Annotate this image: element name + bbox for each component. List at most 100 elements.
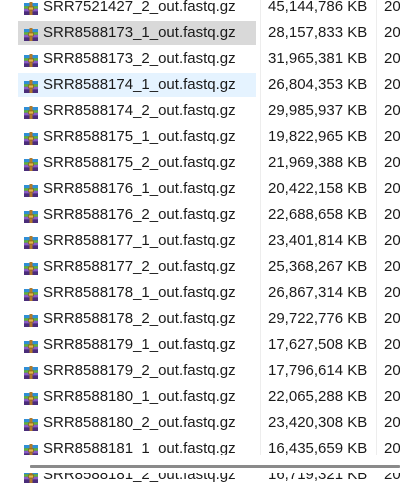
file-date-modified: 20 [384, 76, 400, 93]
winrar-archive-icon [22, 77, 40, 95]
file-name: SRR8588173_1_out.fastq.gz [43, 24, 236, 41]
file-size: 28,157,833 KB [268, 24, 368, 41]
horizontal-scrollbar[interactable] [0, 455, 400, 473]
file-size: 31,965,381 KB [268, 50, 368, 67]
file-name-cell[interactable]: SRR8588178_2_out.fastq.gz [18, 307, 256, 331]
file-row[interactable]: SRR8588176_2_out.fastq.gz 22,688,658 KB 20 [0, 202, 400, 228]
file-name-cell[interactable]: SRR8588176_1_out.fastq.gz [18, 177, 256, 201]
winrar-archive-icon [22, 51, 40, 69]
file-name: SRR8588177_2_out.fastq.gz [43, 258, 236, 275]
file-row[interactable]: SRR8588176_1_out.fastq.gz 20,422,158 KB 20 [0, 176, 400, 202]
winrar-archive-icon [22, 155, 40, 173]
file-name: SRR8588176_2_out.fastq.gz [43, 206, 236, 223]
file-date-modified: 20 [384, 50, 400, 67]
file-name: SRR8588175_1_out.fastq.gz [43, 128, 236, 145]
file-name: SRR8588180_2_out.fastq.gz [43, 414, 236, 431]
file-name-cell[interactable]: SRR8588177_1_out.fastq.gz [18, 229, 256, 253]
file-size: 26,804,353 KB [268, 76, 368, 93]
winrar-archive-icon [22, 363, 40, 381]
file-name: SRR8588179_1_out.fastq.gz [43, 336, 236, 353]
file-row[interactable]: SRR8588178_2_out.fastq.gz 29,722,776 KB 20 [0, 306, 400, 332]
file-size: 29,985,937 KB [268, 102, 368, 119]
winrar-archive-icon [22, 311, 40, 329]
file-list: SRR7521427_2_out.fastq.gz 45,144,786 KB 20… [0, 0, 400, 488]
file-size: 23,401,814 KB [268, 232, 368, 249]
file-row[interactable]: SRR8588179_2_out.fastq.gz 17,796,614 KB 20 [0, 358, 400, 384]
file-name: SRR8588174_1_out.fastq.gz [43, 76, 236, 93]
file-date-modified: 20 [384, 206, 400, 223]
file-name-cell[interactable]: SRR7521427_2_out.fastq.gz [18, 0, 256, 19]
file-name: SRR8588175_2_out.fastq.gz [43, 154, 236, 171]
file-size: 26,867,314 KB [268, 284, 368, 301]
file-name-cell[interactable]: SRR8588174_1_out.fastq.gz [18, 73, 256, 97]
file-row[interactable]: SRR8588173_1_out.fastq.gz 28,157,833 KB 20 [0, 20, 400, 46]
scrollbar-thumb[interactable] [30, 465, 400, 468]
file-date-modified: 20 [384, 180, 400, 197]
winrar-archive-icon [22, 129, 40, 147]
file-name: SRR8588179_2_out.fastq.gz [43, 362, 236, 379]
winrar-archive-icon [22, 25, 40, 43]
file-size: 29,722,776 KB [268, 310, 368, 327]
file-date-modified: 20 [384, 154, 400, 171]
file-row[interactable]: SRR8588179_1_out.fastq.gz 17,627,508 KB 20 [0, 332, 400, 358]
file-date-modified: 20 [384, 24, 400, 41]
file-row[interactable]: SRR8588178_1_out.fastq.gz 26,867,314 KB 20 [0, 280, 400, 306]
file-row[interactable]: SRR8588173_2_out.fastq.gz 31,965,381 KB 20 [0, 46, 400, 72]
file-row[interactable]: SRR8588180_1_out.fastq.gz 22,065,288 KB 20 [0, 384, 400, 410]
file-row[interactable]: SRR8588175_1_out.fastq.gz 19,822,965 KB 20 [0, 124, 400, 150]
file-size: 17,796,614 KB [268, 362, 368, 379]
file-date-modified: 20 [384, 128, 400, 145]
file-name-cell[interactable]: SRR8588176_2_out.fastq.gz [18, 203, 256, 227]
file-date-modified: 20 [384, 102, 400, 119]
winrar-archive-icon [22, 207, 40, 225]
file-size: 23,420,308 KB [268, 414, 368, 431]
file-row[interactable]: SRR8588174_1_out.fastq.gz 26,804,353 KB 20 [0, 72, 400, 98]
file-row[interactable]: SRR8588177_2_out.fastq.gz 25,368,267 KB 20 [0, 254, 400, 280]
winrar-archive-icon [22, 415, 40, 433]
winrar-archive-icon [22, 259, 40, 277]
file-name-cell[interactable]: SRR8588173_1_out.fastq.gz [18, 21, 256, 45]
file-name: SRR7521427_2_out.fastq.gz [43, 0, 236, 15]
file-size: 21,969,388 KB [268, 154, 368, 171]
file-name-cell[interactable]: SRR8588175_1_out.fastq.gz [18, 125, 256, 149]
winrar-archive-icon [22, 0, 40, 17]
file-size: 25,368,267 KB [268, 258, 368, 275]
file-date-modified: 20 [384, 414, 400, 431]
file-size: 17,627,508 KB [268, 336, 368, 353]
file-name-cell[interactable]: SRR8588175_2_out.fastq.gz [18, 151, 256, 175]
winrar-archive-icon [22, 181, 40, 199]
winrar-archive-icon [22, 337, 40, 355]
file-name: SRR8588178_2_out.fastq.gz [43, 310, 236, 327]
file-row[interactable]: SRR8588177_1_out.fastq.gz 23,401,814 KB 20 [0, 228, 400, 254]
file-row[interactable]: SRR8588174_2_out.fastq.gz 29,985,937 KB 20 [0, 98, 400, 124]
winrar-archive-icon [22, 389, 40, 407]
file-name-cell[interactable]: SRR8588173_2_out.fastq.gz [18, 47, 256, 71]
file-date-modified: 20 [384, 258, 400, 275]
file-row[interactable]: SRR8588180_2_out.fastq.gz 23,420,308 KB 20 [0, 410, 400, 436]
file-name-cell[interactable]: SRR8588177_2_out.fastq.gz [18, 255, 256, 279]
file-name-cell[interactable]: SRR8588179_1_out.fastq.gz [18, 333, 256, 357]
file-name: SRR8588174_2_out.fastq.gz [43, 102, 236, 119]
file-name: SRR8588176_1_out.fastq.gz [43, 180, 236, 197]
file-size: 20,422,158 KB [268, 180, 368, 197]
file-name-cell[interactable]: SRR8588180_2_out.fastq.gz [18, 411, 256, 435]
winrar-archive-icon [22, 285, 40, 303]
winrar-archive-icon [22, 103, 40, 121]
file-date-modified: 20 [384, 0, 400, 15]
file-date-modified: 20 [384, 284, 400, 301]
file-row[interactable]: SRR7521427_2_out.fastq.gz 45,144,786 KB 20 [0, 0, 400, 20]
file-name-cell[interactable]: SRR8588180_1_out.fastq.gz [18, 385, 256, 409]
file-name: SRR8588173_2_out.fastq.gz [43, 50, 236, 67]
file-name-cell[interactable]: SRR8588179_2_out.fastq.gz [18, 359, 256, 383]
file-name: SRR8588177_1_out.fastq.gz [43, 232, 236, 249]
file-name-cell[interactable]: SRR8588174_2_out.fastq.gz [18, 99, 256, 123]
file-size: 22,688,658 KB [268, 206, 368, 223]
file-name-cell[interactable]: SRR8588178_1_out.fastq.gz [18, 281, 256, 305]
file-date-modified: 20 [384, 336, 400, 353]
file-date-modified: 20 [384, 388, 400, 405]
file-size: 45,144,786 KB [268, 0, 368, 15]
file-size: 22,065,288 KB [268, 388, 368, 405]
file-row[interactable]: SRR8588175_2_out.fastq.gz 21,969,388 KB 20 [0, 150, 400, 176]
file-date-modified: 20 [384, 232, 400, 249]
file-size: 19,822,965 KB [268, 128, 368, 145]
